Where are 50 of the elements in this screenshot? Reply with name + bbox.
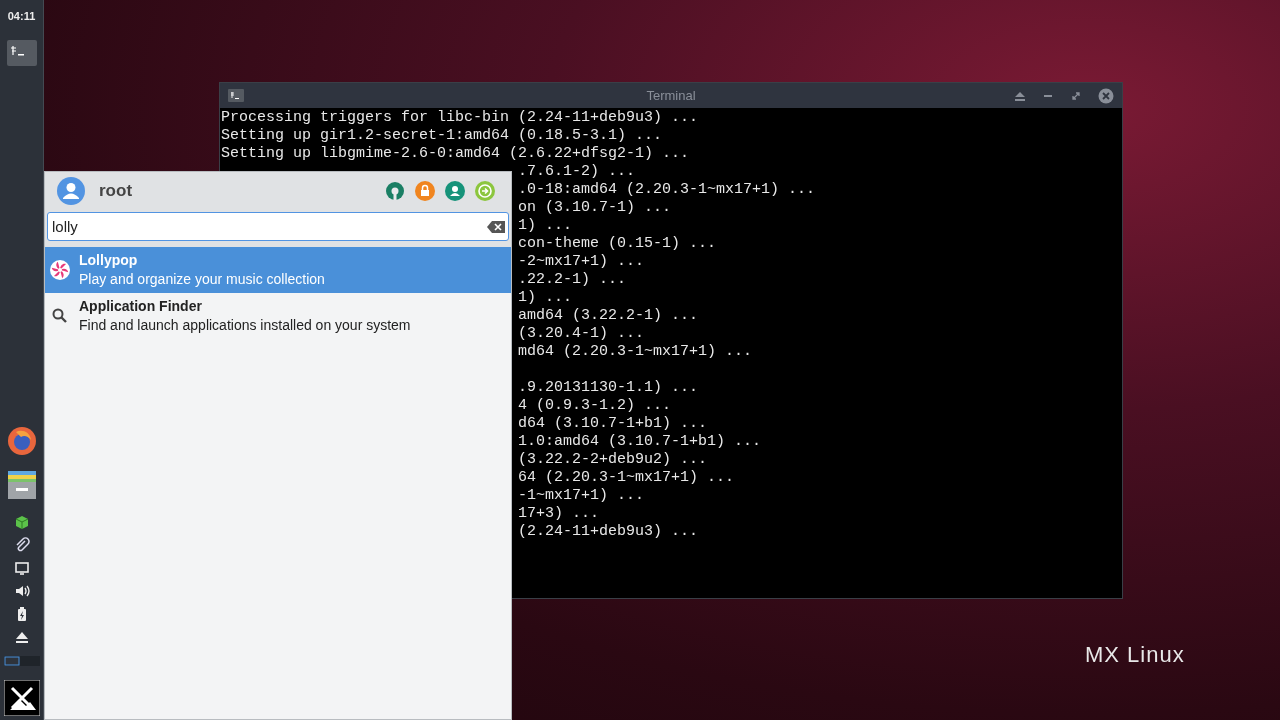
terminal-line: -1~mx17+1) ... <box>518 487 645 505</box>
terminal-line: 64 (2.20.3-1~mx17+1) ... <box>518 469 735 487</box>
box-icon[interactable] <box>13 514 30 530</box>
terminal-line: Processing triggers for libc-bin (2.24-11+deb9u3) ... <box>221 109 699 127</box>
result-title: Application Finder <box>79 297 203 316</box>
speaker-icon[interactable] <box>13 583 30 599</box>
terminal-line: 1) ... <box>518 289 573 307</box>
terminal-line: con-theme (0.15-1) ... <box>518 235 717 253</box>
monitor-icon[interactable] <box>13 560 30 576</box>
terminal-line: d64 (3.10.7-1+b1) ... <box>518 415 708 433</box>
terminal-line: .9.20131130-1.1) ... <box>518 379 699 397</box>
terminal-line: 1) ... <box>518 217 573 235</box>
shade-icon[interactable] <box>1014 89 1026 102</box>
search-result[interactable]: Application Finder Find and launch applications installed on your system <box>45 293 511 339</box>
file-cabinet-icon[interactable] <box>6 470 37 500</box>
result-description: Find and launch applications installed on your system <box>79 316 411 335</box>
result-description: Play and organize your music collection <box>79 270 325 289</box>
terminal-line: 1.0:amd64 (3.10.7-1+b1) ... <box>518 433 762 451</box>
terminal-line: md64 (2.20.3-1~mx17+1) ... <box>518 343 753 361</box>
lock-icon[interactable] <box>415 181 435 201</box>
close-icon[interactable] <box>1098 87 1114 104</box>
maximize-icon[interactable] <box>1070 89 1082 102</box>
terminal-line: -2~mx17+1) ... <box>518 253 645 271</box>
terminal-line: on (3.10.7-1) ... <box>518 199 672 217</box>
clock-text: 04:11 <box>7 10 36 22</box>
terminal-icon <box>228 89 244 102</box>
menu-logo-icon[interactable] <box>3 680 40 716</box>
browser-icon[interactable] <box>6 426 37 456</box>
user-name: root <box>99 181 133 201</box>
search-field[interactable]: lolly <box>47 212 509 241</box>
terminal-line: (3.22.2-2+deb9u2) ... <box>518 451 708 469</box>
terminal-line: amd64 (3.22.2-1) ... <box>518 307 699 325</box>
user-switch-icon[interactable] <box>445 181 465 201</box>
result-title: Lollypop <box>79 251 139 270</box>
terminal-line: Setting up libgmime-2.6-0:amd64 (2.6.22+dfsg2-1) ... <box>221 145 690 163</box>
terminal-line: (2.24-11+deb9u3) ... <box>518 523 699 541</box>
terminal-taskbar-icon[interactable] <box>6 40 37 66</box>
terminal-line: (3.20.4-1) ... <box>518 325 645 343</box>
terminal-line: 17+3) ... <box>518 505 600 523</box>
pinwheel-icon <box>50 260 70 280</box>
workspace-switcher-icon[interactable] <box>3 656 40 666</box>
terminal-line: .0-18:amd64 (2.20.3-1~mx17+1) ... <box>518 181 816 199</box>
terminal-line: .22.2-1) ... <box>518 271 627 289</box>
wallpaper-logo-text: MX Linux <box>1085 642 1185 667</box>
terminal-line: .7.6.1-2) ... <box>518 163 636 181</box>
user-avatar-icon <box>57 177 85 205</box>
terminal-line: Setting up gir1.2-secret-1:amd64 (0.18.5-3.1) ... <box>221 127 663 145</box>
terminal-line: 4 (0.9.3-1.2) ... <box>518 397 672 415</box>
window-title: Terminal <box>645 88 697 103</box>
clear-icon[interactable] <box>487 221 505 233</box>
